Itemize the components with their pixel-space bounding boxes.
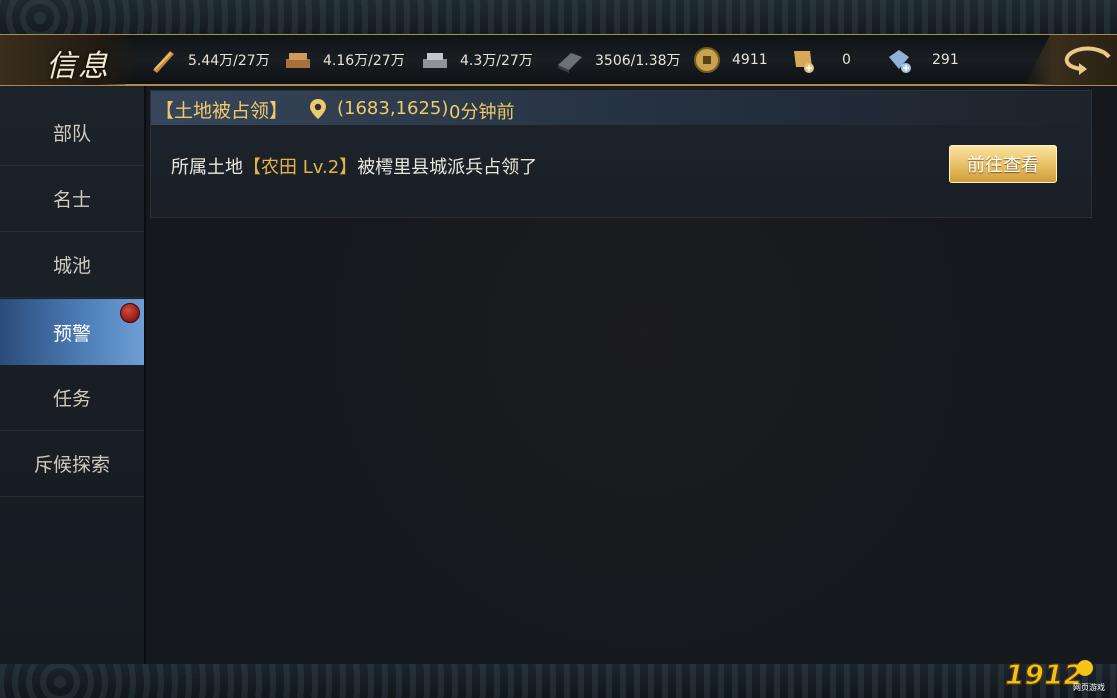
watermark-subtext: 网页游戏 bbox=[1073, 682, 1105, 692]
sidebar-item-label: 城池 bbox=[52, 255, 91, 277]
resource-iron[interactable]: 3506/1.38万 bbox=[555, 35, 681, 85]
resource-lumber[interactable]: 4.16万/27万 bbox=[283, 35, 405, 85]
alert-time: 0分钟前 bbox=[449, 102, 515, 123]
resource-coin-value: 4911 bbox=[732, 52, 768, 68]
sidebar-item-label: 名士 bbox=[52, 189, 91, 211]
resource-jade-value: 291 bbox=[932, 52, 959, 68]
alert-message-prefix: 所属土地 bbox=[171, 157, 243, 178]
page-title: 信息 bbox=[46, 49, 110, 84]
resource-bar: 信息 5.44万/27万 4.16万/27万 4.3万/27万 3506/1.3… bbox=[0, 34, 1117, 86]
lumber-icon bbox=[286, 53, 310, 68]
sidebar-item-label: 斥候探索 bbox=[33, 454, 110, 476]
scroll-icon bbox=[794, 51, 814, 73]
resource-stone[interactable]: 4.3万/27万 bbox=[420, 35, 533, 85]
top-decorative-border bbox=[0, 0, 1117, 34]
resource-scroll[interactable]: 0 bbox=[788, 35, 851, 85]
resource-coin[interactable]: 4911 bbox=[692, 35, 768, 85]
title-badge: 信息 bbox=[0, 35, 140, 85]
sidebar-item-warnings[interactable]: 预警 bbox=[0, 299, 144, 365]
sidebar-item-scout[interactable]: 斥候探索 bbox=[0, 431, 144, 497]
sidebar-item-troops[interactable]: 部队 bbox=[0, 100, 144, 166]
sidebar-item-label: 任务 bbox=[52, 388, 91, 410]
resource-jade[interactable]: 291 bbox=[884, 35, 959, 85]
jade-icon bbox=[889, 50, 911, 73]
bottom-decorative-border bbox=[0, 664, 1117, 698]
go-view-button[interactable]: 前往查看 bbox=[949, 145, 1057, 183]
alert-message: 所属土地【农田 Lv.2】被樗里县城派兵占领了 bbox=[171, 153, 537, 179]
resource-wood-value: 5.44万/27万 bbox=[188, 53, 270, 69]
resource-iron-value: 3506/1.38万 bbox=[595, 53, 681, 69]
back-arrow-icon bbox=[1064, 46, 1111, 75]
resource-scroll-value: 0 bbox=[842, 52, 851, 68]
sidebar-item-label: 预警 bbox=[52, 322, 91, 345]
alert-card: 【土地被占领】 (1683,1625) 0分钟前 所属土地【农田 Lv.2】被樗… bbox=[150, 90, 1092, 218]
sidebar-item-tasks[interactable]: 任务 bbox=[0, 365, 144, 431]
watermark-text: 1912 bbox=[1005, 658, 1083, 691]
coin-icon bbox=[694, 47, 720, 73]
alert-message-highlight: 【农田 Lv.2】 bbox=[243, 157, 358, 178]
wood-icon bbox=[153, 51, 174, 73]
sidebar-item-cities[interactable]: 城池 bbox=[0, 232, 144, 298]
notification-badge bbox=[120, 303, 140, 323]
sidebar-item-label: 部队 bbox=[52, 123, 91, 145]
alert-message-suffix: 被樗里县城派兵占领了 bbox=[357, 157, 538, 178]
sidebar-nav: 部队 名士 城池 预警 任务 斥候探索 bbox=[0, 86, 146, 664]
iron-icon bbox=[558, 53, 582, 73]
resource-wood[interactable]: 5.44万/27万 bbox=[148, 35, 270, 85]
alert-coordinates[interactable]: (1683,1625) bbox=[337, 98, 448, 119]
location-pin-icon bbox=[310, 99, 326, 119]
sidebar-item-celebrities[interactable]: 名士 bbox=[0, 166, 144, 232]
resource-lumber-value: 4.16万/27万 bbox=[323, 53, 405, 69]
watermark-emblem bbox=[1077, 660, 1093, 676]
alert-card-header: 【土地被占领】 (1683,1625) 0分钟前 bbox=[151, 91, 1091, 125]
alert-title: 【土地被占领】 bbox=[155, 100, 289, 122]
stone-icon bbox=[423, 53, 447, 68]
site-watermark-logo: 1912 网页游戏 bbox=[1004, 657, 1105, 692]
main-panel: 【土地被占领】 (1683,1625) 0分钟前 所属土地【农田 Lv.2】被樗… bbox=[146, 86, 1117, 664]
resource-stone-value: 4.3万/27万 bbox=[460, 53, 533, 69]
back-button[interactable] bbox=[1025, 35, 1117, 85]
